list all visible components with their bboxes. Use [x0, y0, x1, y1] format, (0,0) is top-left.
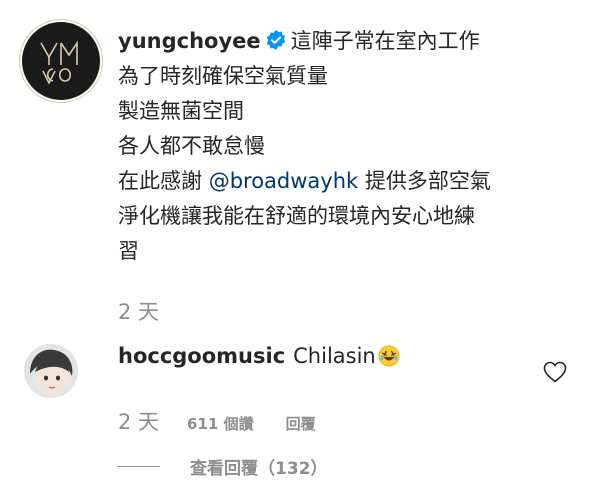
reply-meta: 2 天 611 個讚 回覆 [118, 406, 316, 436]
caption-line-2: 為了時刻確保空氣質量 [118, 64, 328, 88]
caption-line-6: 淨化機讓我能在舒適的環境內安心地練 [118, 204, 475, 228]
heart-icon[interactable] [543, 361, 567, 383]
caption-line-5-suffix: 提供多部空氣 [358, 169, 491, 193]
reply-text: Chilasin [293, 344, 376, 368]
post-author-avatar[interactable] [22, 22, 100, 100]
reply-author-avatar[interactable] [24, 344, 78, 398]
reply-timestamp[interactable]: 2 天 [118, 406, 159, 436]
post-caption: yungchoyee 這陣子常在室內工作 為了時刻確保空氣質量 製造無菌空間 各人… [118, 24, 588, 269]
caption-line-4: 各人都不敢怠慢 [118, 134, 265, 158]
caption-line-1: 這陣子常在室內工作 [290, 29, 480, 53]
reply-button[interactable]: 回覆 [286, 413, 316, 434]
mention-link[interactable]: @broadwayhk [209, 169, 359, 193]
reply-author-username[interactable]: hoccgoomusic [118, 344, 285, 368]
reply-text-line: hoccgoomusic Chilasin [118, 344, 400, 368]
monogram-logo [40, 40, 78, 85]
post-timestamp[interactable]: 2 天 [118, 296, 159, 326]
caption-line-7: 習 [118, 239, 139, 263]
view-replies-divider [118, 466, 160, 467]
caption-line-5-prefix: 在此感謝 [118, 169, 209, 193]
verified-badge-icon [266, 29, 285, 51]
caption-line-5: 在此感謝 @broadwayhk 提供多部空氣 [118, 164, 588, 199]
view-replies-label: 查看回覆（132） [190, 459, 328, 479]
view-replies-button[interactable]: 查看回覆（132） [118, 454, 328, 479]
laughing-emoji-icon [378, 345, 400, 367]
child-portrait [24, 344, 78, 398]
caption-line-3: 製造無菌空間 [118, 99, 244, 123]
reply-likes-count[interactable]: 611 個讚 [187, 413, 254, 434]
post-author-username[interactable]: yungchoyee [118, 29, 261, 53]
